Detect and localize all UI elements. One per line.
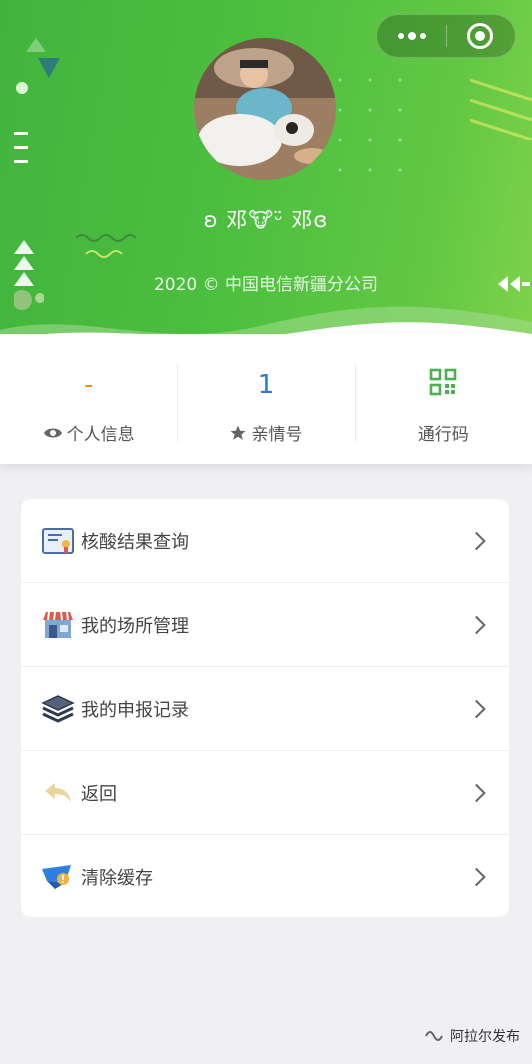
stat-value: 1 <box>257 370 275 400</box>
avatar-photo-icon <box>194 38 336 180</box>
layers-icon <box>41 694 75 723</box>
stat-pass-code[interactable]: 通行码 <box>354 334 532 464</box>
stat-label: 亲情号 <box>251 425 303 445</box>
squiggle-decoration-icon <box>76 234 136 258</box>
stats-card: - 个人信息 1 亲情号 通行码 <box>0 334 532 464</box>
storefront-icon <box>43 611 73 638</box>
capsule-divider <box>446 25 447 47</box>
copyright-text: 2020 © 中国电信新疆分公司 <box>153 275 379 295</box>
return-arrow-icon <box>45 782 71 803</box>
certificate-icon <box>42 527 74 554</box>
chevron-right-icon <box>467 531 486 550</box>
menu-item-label: 我的场所管理 <box>81 615 189 637</box>
dots-grid-decoration-icon <box>338 78 402 172</box>
stripes-decoration-icon <box>470 78 532 140</box>
watermark: 阿拉尔发布 <box>424 1026 520 1046</box>
menu-list: 核酸结果查询 我的场所管理 我的申报记录 返回 清除缓存 <box>21 499 509 917</box>
menu-item-return[interactable]: 返回 <box>21 751 509 835</box>
chevron-right-icon <box>467 867 486 887</box>
menu-item-label: 核酸结果查询 <box>81 531 189 553</box>
menu-item-venue-management[interactable]: 我的场所管理 <box>21 583 509 667</box>
stat-label: 通行码 <box>417 425 469 445</box>
mini-program-capsule <box>376 14 516 58</box>
stat-value: - <box>83 370 94 400</box>
stat-label: 个人信息 <box>66 425 135 445</box>
bars-decoration-icon <box>14 132 28 163</box>
menu-item-nucleic-acid-results[interactable]: 核酸结果查询 <box>21 499 509 583</box>
stat-family-number[interactable]: 1 亲情号 <box>177 334 354 464</box>
avatar[interactable] <box>194 38 336 180</box>
dot-decoration-icon <box>16 82 28 94</box>
close-mini-program-button[interactable] <box>467 23 493 49</box>
chevron-right-icon <box>467 615 486 634</box>
clear-cache-icon <box>42 865 71 889</box>
menu-item-declaration-records[interactable]: 我的申报记录 <box>21 667 509 751</box>
menu-item-label: 返回 <box>81 783 117 805</box>
menu-item-label: 清除缓存 <box>81 868 153 889</box>
qr-code-icon <box>430 368 457 396</box>
triangle-decoration-icon <box>26 38 60 78</box>
user-nickname: ʚ 邓🐮ᵕ̈ 邓ɞ <box>203 208 329 232</box>
chevron-right-icon <box>467 699 486 718</box>
stat-personal-info[interactable]: - 个人信息 <box>0 334 177 464</box>
wechat-channel-icon <box>425 1031 443 1041</box>
star-icon <box>230 425 246 440</box>
watermark-text: 阿拉尔发布 <box>450 1029 520 1045</box>
profile-header: ʚ 邓🐮ᵕ̈ 邓ɞ 2020 © 中国电信新疆分公司 <box>0 0 532 350</box>
more-menu-button[interactable] <box>377 15 447 57</box>
menu-item-label: 我的申报记录 <box>81 699 189 721</box>
menu-item-clear-cache[interactable]: 清除缓存 <box>21 835 509 917</box>
eye-icon <box>43 428 62 437</box>
chevron-right-icon <box>467 783 486 802</box>
